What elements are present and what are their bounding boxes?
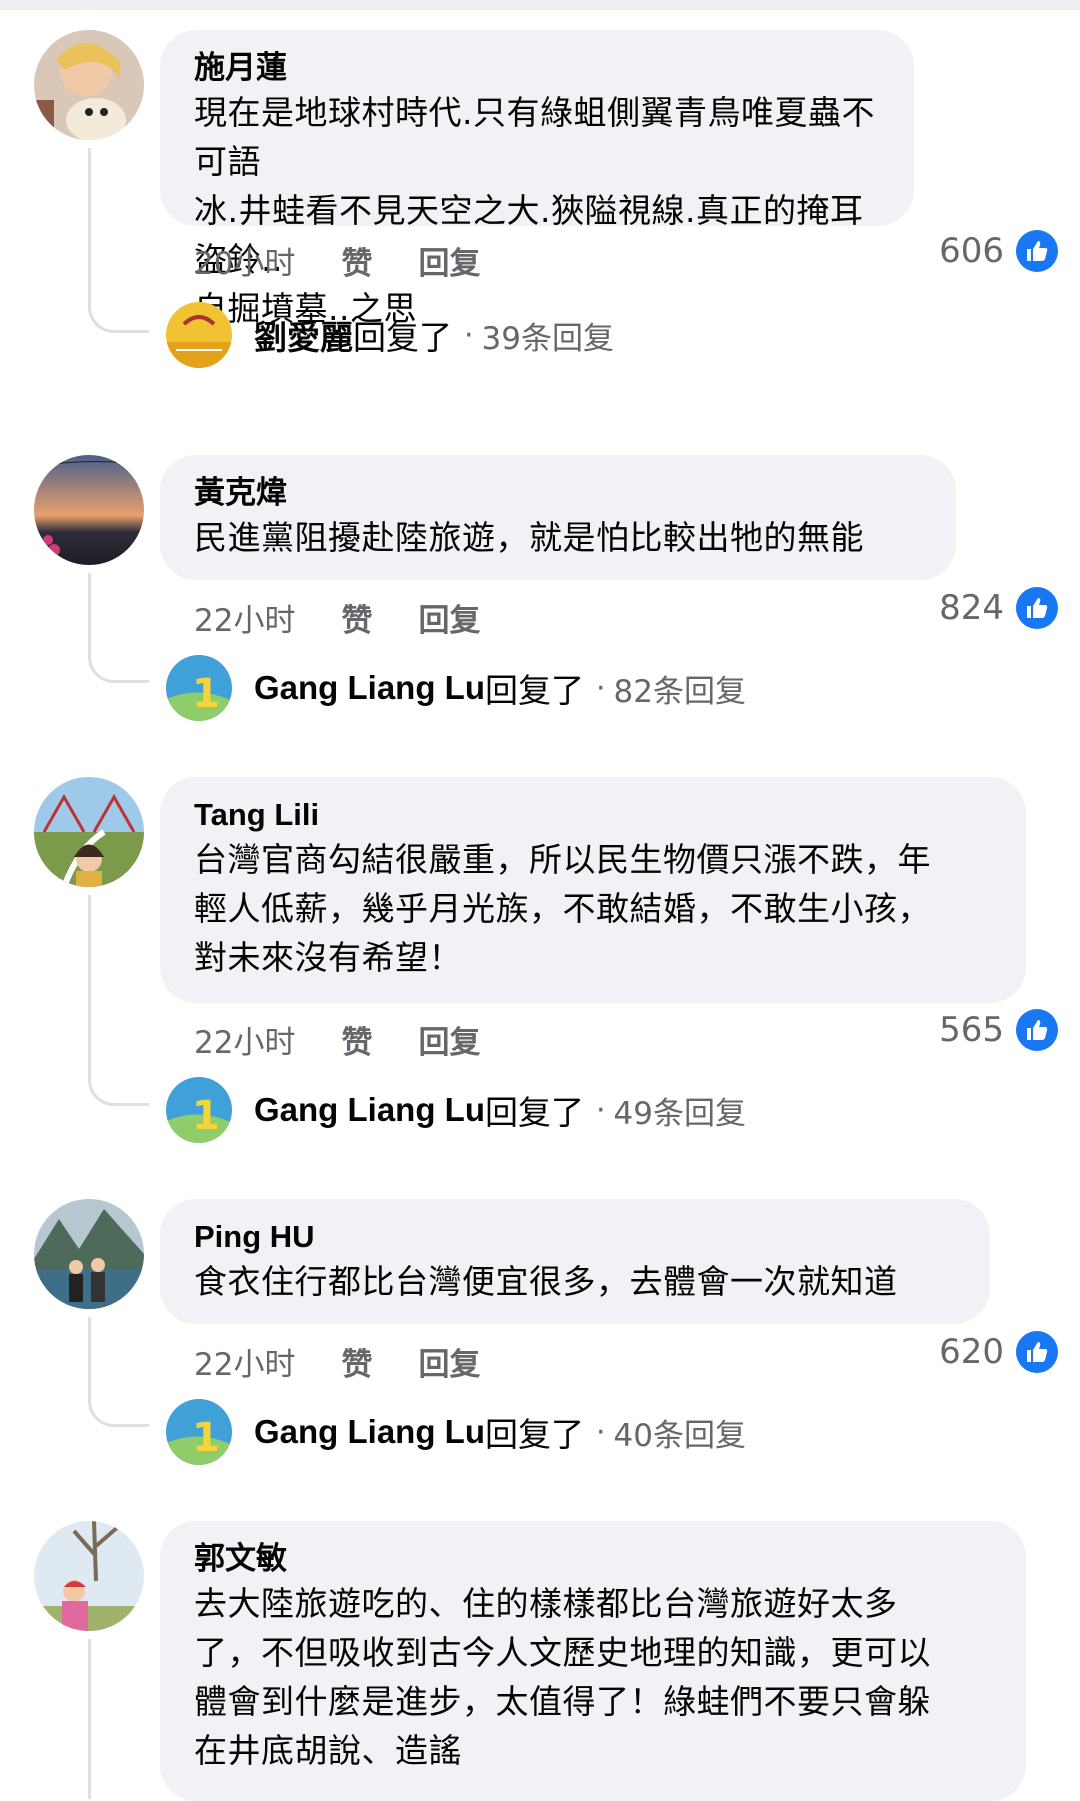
reply-button[interactable]: 回复: [418, 1017, 480, 1062]
like-count: 824: [939, 588, 1004, 628]
thumbs-up-icon: [1016, 1009, 1058, 1051]
comment-bubble: 黃克煒 民進黨阻擾赴陸旅遊，就是怕比較出牠的無能: [160, 455, 956, 580]
thread-line: [88, 148, 149, 333]
thumbs-up-icon: [1016, 587, 1058, 629]
reply-button[interactable]: 回复: [418, 238, 480, 283]
svg-text:1: 1: [192, 1415, 220, 1461]
comment-actions: 22小时 赞 回复: [194, 1017, 480, 1062]
reply-author: Gang Liang Lu: [254, 669, 485, 706]
thread-line: [88, 573, 149, 683]
comment-bubble: Ping HU 食衣住行都比台灣便宜很多，去體會一次就知道: [160, 1199, 990, 1324]
thread-line: [88, 1317, 149, 1427]
reply-count: 39条回复: [481, 320, 614, 357]
comment-author[interactable]: 施月蓮: [194, 48, 880, 88]
comment-actions: 20小时 赞 回复: [194, 238, 480, 283]
separator-dot: ·: [464, 317, 474, 353]
reaction-count[interactable]: 620: [939, 1331, 1058, 1373]
reply-author: Gang Liang Lu: [254, 1091, 485, 1128]
like-count: 606: [939, 231, 1004, 271]
replies-link[interactable]: 1 Gang Liang Lu 回复了 · 40条回复: [166, 1399, 746, 1465]
thread-line: [88, 1639, 149, 1799]
reply-verb: 回复了: [484, 1415, 584, 1454]
comment-bubble: 施月蓮 現在是地球村時代.只有綠蛆側翼青鳥唯夏蟲不可語 冰.井蛙看不見天空之大.…: [160, 30, 914, 328]
like-button[interactable]: 赞: [341, 1339, 372, 1384]
like-count: 565: [939, 1010, 1004, 1050]
reply-button[interactable]: 回复: [418, 595, 480, 640]
reply-verb: 回复了: [484, 671, 584, 710]
svg-text:1: 1: [192, 1093, 220, 1139]
separator-dot: ·: [595, 670, 606, 706]
thread-line: [88, 895, 149, 1106]
reply-count: 40条回复: [613, 1417, 746, 1454]
comment-bubble: Tang Lili 台灣官商勾結很嚴重，所以民生物價只漲不跌，年 輕人低薪，幾乎…: [160, 777, 1026, 1003]
comment-author[interactable]: Ping HU: [194, 1217, 956, 1257]
comment-text-line: 食衣住行都比台灣便宜很多，去體會一次就知道: [194, 1262, 898, 1301]
like-count: 620: [939, 1332, 1004, 1372]
avatar: 1: [166, 1077, 232, 1143]
avatar: [166, 302, 232, 368]
thumbs-up-icon: [1016, 230, 1058, 272]
comment-author[interactable]: Tang Lili: [194, 795, 992, 835]
svg-text:1: 1: [192, 671, 220, 717]
timestamp[interactable]: 22小时: [194, 1017, 295, 1062]
comment-text-line: 輕人低薪，幾乎月光族，不敢結婚，不敢生小孩，: [194, 889, 931, 928]
comment-author[interactable]: 郭文敏: [194, 1539, 992, 1579]
reaction-count[interactable]: 824: [939, 587, 1058, 629]
like-button[interactable]: 赞: [341, 238, 372, 283]
comment-text-line: 體會到什麼是進步，太值得了！綠蛙們不要只會躲: [194, 1682, 931, 1721]
thumbs-up-icon: [1016, 1331, 1058, 1373]
reply-count: 49条回复: [613, 1095, 746, 1132]
avatar[interactable]: [34, 455, 144, 565]
reply-count: 82条回复: [613, 673, 746, 710]
like-button[interactable]: 赞: [341, 1017, 372, 1062]
comment-text-line: 去大陸旅遊吃的、住的樣樣都比台灣旅遊好太多: [194, 1584, 898, 1623]
separator-dot: ·: [595, 1414, 606, 1450]
reaction-count[interactable]: 565: [939, 1009, 1058, 1051]
reply-author: Gang Liang Lu: [254, 1413, 485, 1450]
reply-author: 劉愛麗: [254, 319, 353, 356]
comment-bubble: 郭文敏 去大陸旅遊吃的、住的樣樣都比台灣旅遊好太多 了，不但吸收到古今人文歷史地…: [160, 1521, 1026, 1801]
reply-verb: 回复了: [353, 318, 452, 357]
comment-actions: 22小时 赞 回复: [194, 1339, 480, 1384]
comment-text-line: 對未來沒有希望！: [194, 938, 462, 977]
timestamp[interactable]: 20小时: [194, 238, 295, 283]
comment-text-line: 台灣官商勾結很嚴重，所以民生物價只漲不跌，年: [194, 840, 931, 879]
comment-text-line: 了，不但吸收到古今人文歷史地理的知識，更可以: [194, 1633, 931, 1672]
comment-text-line: 在井底胡說、造謠: [194, 1731, 462, 1770]
comment-author[interactable]: 黃克煒: [194, 473, 922, 513]
comment-actions: 22小时 赞 回复: [194, 595, 480, 640]
comment-text-line: 現在是地球村時代.只有綠蛆側翼青鳥唯夏蟲不可語: [194, 93, 875, 181]
replies-link[interactable]: 1 Gang Liang Lu 回复了 · 49条回复: [166, 1077, 746, 1143]
timestamp[interactable]: 22小时: [194, 1339, 295, 1384]
separator-dot: ·: [595, 1092, 606, 1128]
replies-link[interactable]: 1 Gang Liang Lu 回复了 · 82条回复: [166, 655, 746, 721]
avatar: 1: [166, 655, 232, 721]
avatar: 1: [166, 1399, 232, 1465]
timestamp[interactable]: 22小时: [194, 595, 295, 640]
reaction-count[interactable]: 606: [939, 230, 1058, 272]
reply-button[interactable]: 回复: [418, 1339, 480, 1384]
top-divider: [0, 0, 1080, 10]
replies-link[interactable]: 劉愛麗 回复了 · 39条回复: [166, 302, 614, 368]
like-button[interactable]: 赞: [341, 595, 372, 640]
avatar[interactable]: [34, 777, 144, 887]
avatar[interactable]: [34, 1521, 144, 1631]
avatar[interactable]: [34, 30, 144, 140]
avatar[interactable]: [34, 1199, 144, 1309]
reply-verb: 回复了: [484, 1093, 584, 1132]
comment-text-line: 民進黨阻擾赴陸旅遊，就是怕比較出牠的無能: [194, 518, 864, 557]
